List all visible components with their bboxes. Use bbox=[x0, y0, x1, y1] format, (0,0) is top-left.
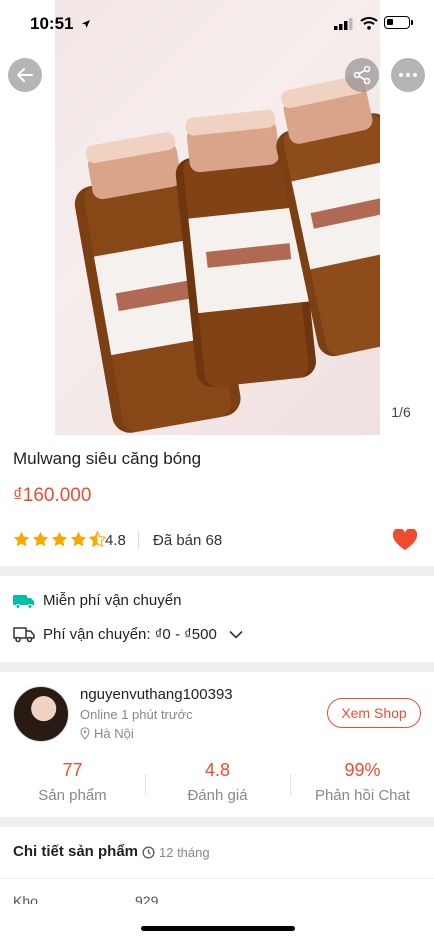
details-updated: 12 tháng bbox=[142, 845, 210, 860]
view-shop-button[interactable]: Xem Shop bbox=[327, 698, 421, 728]
star-half-icon bbox=[89, 531, 106, 547]
shop-stat-chat-response: 99% Phản hồi Chat bbox=[290, 760, 434, 804]
stat-value: 99% bbox=[344, 760, 381, 780]
free-shipping-truck-icon bbox=[13, 594, 34, 609]
divider bbox=[0, 878, 434, 879]
free-shipping-row[interactable]: Miễn phí vận chuyển bbox=[13, 592, 181, 609]
rating-stars bbox=[13, 531, 106, 547]
product-gallery[interactable]: 1/6 bbox=[0, 0, 434, 435]
back-button[interactable] bbox=[8, 58, 42, 92]
shop-stat-products: 77 Sản phẩm bbox=[0, 760, 145, 804]
chevron-down-icon bbox=[229, 630, 243, 639]
arrow-left-icon bbox=[17, 68, 33, 82]
shop-avatar[interactable] bbox=[13, 686, 69, 742]
favorite-heart-icon[interactable] bbox=[392, 529, 418, 551]
star-icon bbox=[13, 531, 30, 547]
battery-icon bbox=[384, 16, 410, 29]
product-title: Mulwang siêu căng bóng bbox=[13, 449, 202, 468]
home-indicator[interactable] bbox=[141, 926, 295, 931]
cellular-signal-icon bbox=[334, 18, 353, 30]
section-divider bbox=[0, 662, 434, 672]
stat-label: Đánh giá bbox=[187, 787, 248, 804]
shop-location-text: Hà Nội bbox=[94, 726, 134, 741]
bottom-safe-area bbox=[0, 904, 434, 941]
shipping-fee-row[interactable]: Phí vận chuyển: ₫0 - ₫500 bbox=[13, 626, 243, 643]
shop-name[interactable]: nguyenvuthang100393 bbox=[80, 686, 233, 703]
section-divider bbox=[0, 817, 434, 827]
product-bottles-image bbox=[74, 75, 380, 433]
clock-icon bbox=[142, 846, 155, 859]
details-updated-text: 12 tháng bbox=[159, 845, 210, 860]
stat-value: 77 bbox=[62, 760, 83, 780]
rating-value: 4.8 bbox=[105, 532, 126, 549]
location-arrow-icon bbox=[82, 20, 91, 28]
status-bar: 10:51 bbox=[0, 0, 434, 46]
shipping-fee-label: Phí vận chuyển: ₫0 - ₫500 bbox=[43, 626, 217, 643]
share-button[interactable] bbox=[345, 58, 379, 92]
stat-label: Phản hồi Chat bbox=[314, 787, 411, 804]
divider bbox=[138, 531, 139, 549]
star-icon bbox=[70, 531, 87, 547]
shop-location: Hà Nội bbox=[80, 726, 134, 741]
more-button[interactable] bbox=[391, 58, 425, 92]
star-icon bbox=[51, 531, 68, 547]
clock-text: 10:51 bbox=[30, 14, 74, 33]
star-icon bbox=[32, 531, 49, 547]
more-dots-icon bbox=[399, 73, 417, 77]
product-details-title: Chi tiết sản phẩm bbox=[13, 843, 139, 860]
status-time: 10:51 bbox=[30, 14, 91, 34]
shop-online-status: Online 1 phút trước bbox=[80, 707, 193, 722]
shop-stat-rating: 4.8 Đánh giá bbox=[145, 760, 290, 804]
sold-count: Đã bán 68 bbox=[153, 532, 223, 549]
stat-label: Sản phẩm bbox=[38, 787, 107, 804]
gallery-counter: 1/6 bbox=[380, 400, 422, 424]
stat-value: 4.8 bbox=[204, 760, 231, 780]
battery-tip bbox=[411, 20, 413, 25]
truck-icon bbox=[13, 627, 35, 643]
wifi-icon bbox=[360, 17, 378, 30]
free-shipping-label: Miễn phí vận chuyển bbox=[43, 592, 182, 609]
share-icon bbox=[353, 65, 371, 85]
product-photo[interactable] bbox=[55, 0, 380, 435]
location-pin-icon bbox=[80, 727, 90, 740]
product-price: ₫160.000 bbox=[13, 485, 92, 506]
section-divider bbox=[0, 566, 434, 576]
